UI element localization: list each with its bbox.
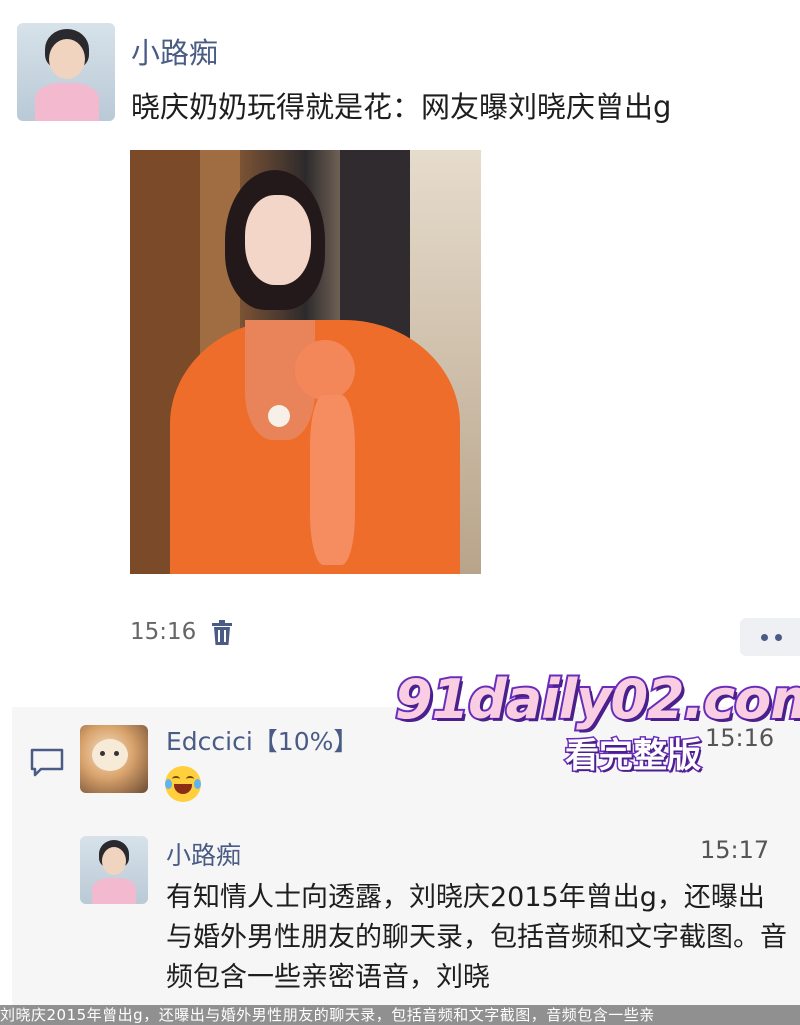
watermark-url: 91daily02.com	[393, 666, 800, 733]
reply-author-name[interactable]: 小路痴	[166, 836, 241, 872]
moment-post: 小路痴 晓庆奶奶玩得就是花：网友曝刘晓庆曾出g 15:16	[0, 0, 800, 700]
post-timestamp: 15:16	[130, 619, 197, 645]
author-avatar[interactable]	[17, 23, 115, 121]
post-photo[interactable]	[130, 150, 481, 574]
comment-icon	[30, 748, 64, 777]
post-author-name[interactable]: 小路痴	[131, 30, 218, 72]
reply-timestamp: 15:17	[700, 836, 770, 864]
post-text: 晓庆奶奶玩得就是花：网友曝刘晓庆曾出g	[131, 90, 672, 124]
comment-author-name[interactable]: Edccici【10%】	[166, 722, 358, 758]
watermark-caption: 看完整版	[564, 735, 703, 778]
reply-author-avatar[interactable]	[80, 836, 148, 904]
more-options-button[interactable]	[740, 618, 800, 656]
commenter-avatar[interactable]	[80, 725, 148, 793]
watermark-overlay: 91daily02.com 看完整版	[393, 666, 800, 780]
delete-icon[interactable]	[211, 620, 233, 646]
laughing-tears-emoji-icon	[165, 766, 201, 802]
video-subtitle: 刘晓庆2015年曾出g，还曝出与婚外男性朋友的聊天录，包括音频和文字截图，音频包…	[0, 1005, 800, 1025]
reply-text: 有知情人士向透露，刘晓庆2015年曾出g，还曝出与婚外男性朋友的聊天录，包括音频…	[166, 882, 787, 993]
